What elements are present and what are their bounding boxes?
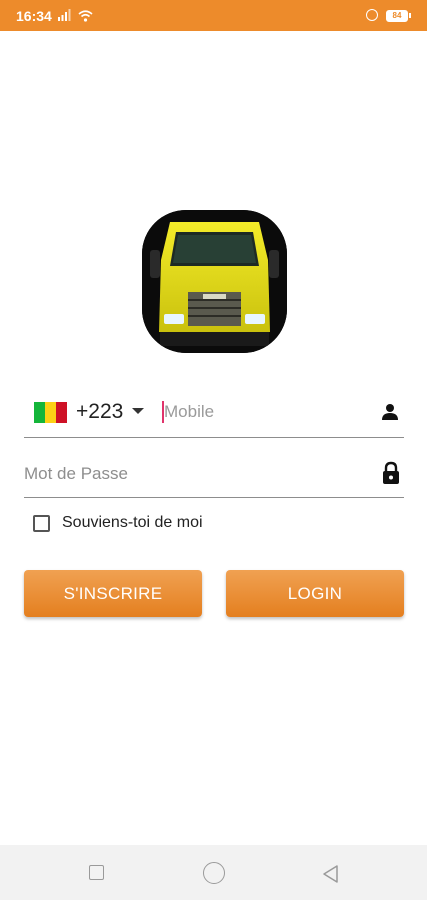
remember-me-label[interactable]: Souviens-toi de moi [62,514,203,532]
password-field [24,452,404,498]
person-icon [382,404,398,420]
country-code-selector[interactable]: +223 [76,400,123,424]
flag-stripe-yellow [45,402,56,423]
flag-stripe-red [56,402,67,423]
battery-icon: 84 [386,10,411,22]
navigation-bar [0,845,427,900]
status-time: 16:34 [16,8,52,24]
mobile-input[interactable] [164,398,364,426]
flag-stripe-green [34,402,45,423]
status-bar: 16:34 84 [0,0,427,31]
password-input[interactable] [24,460,344,488]
signal-icon [58,9,71,21]
remember-me-checkbox[interactable] [33,514,50,532]
back-triangle-icon[interactable] [320,863,342,885]
recents-square-icon[interactable] [89,865,104,880]
chevron-down-icon[interactable] [132,408,144,414]
lock-icon [383,461,399,484]
login-button[interactable]: LOGIN [226,570,404,617]
phone-field: +223 [24,390,404,438]
wifi-icon [78,10,93,22]
alarm-icon [366,9,378,21]
app-logo [142,210,287,353]
home-circle-icon[interactable] [203,862,225,884]
mali-flag-icon[interactable] [34,402,67,423]
register-button[interactable]: S'INSCRIRE [24,570,202,617]
remember-me: Souviens-toi de moi [33,512,203,534]
truck-icon [142,210,287,353]
